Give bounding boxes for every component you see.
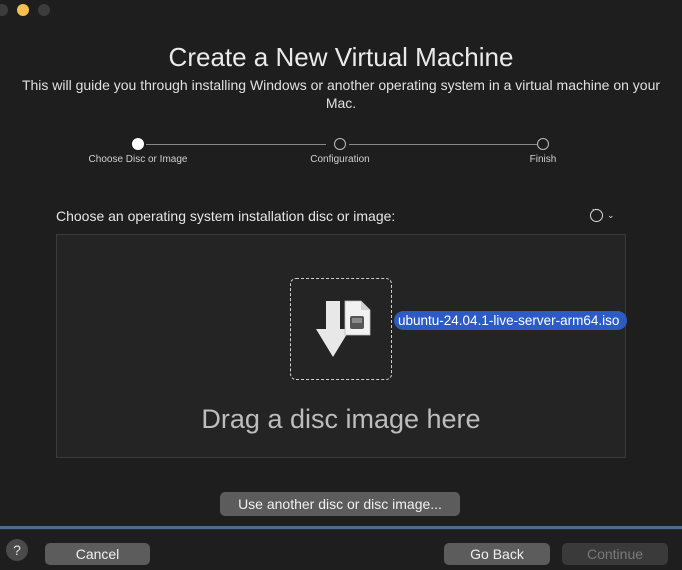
help-button[interactable]: ? <box>6 539 28 561</box>
step-dot-finish <box>537 138 549 150</box>
options-menu-button[interactable]: ⌄ <box>590 204 615 222</box>
step-indicator: Choose Disc or Image Configuration Finis… <box>0 136 682 186</box>
step-connector <box>349 144 537 145</box>
page-subtitle: This will guide you through installing W… <box>21 77 661 111</box>
page-title: Create a New Virtual Machine <box>168 42 514 72</box>
ellipsis-circle-icon <box>590 204 603 222</box>
chevron-down-icon: ⌄ <box>607 210 615 220</box>
step-connector <box>146 144 326 145</box>
window-controls <box>0 4 50 16</box>
zoom-window-button[interactable] <box>38 4 50 16</box>
step-dot-choose-disc <box>132 138 144 150</box>
continue-button[interactable]: Continue <box>562 543 668 565</box>
step-dot-configuration <box>334 138 346 150</box>
drag-hint-text: Drag a disc image here <box>201 404 481 434</box>
cancel-button[interactable]: Cancel <box>45 543 150 565</box>
step-label-finish: Finish <box>529 154 557 165</box>
footer-divider-shadow <box>0 529 682 530</box>
install-source-label: Choose an operating system installation … <box>56 208 396 224</box>
use-another-disc-button[interactable]: Use another disc or disc image... <box>220 492 460 516</box>
go-back-button[interactable]: Go Back <box>444 543 550 565</box>
minimize-window-button[interactable] <box>17 4 29 16</box>
step-label-choose-disc: Choose Disc or Image <box>88 154 188 165</box>
selected-file-badge[interactable]: ubuntu-24.04.1-live-server-arm64.iso <box>394 311 628 330</box>
download-arrow-disc-icon <box>316 300 371 357</box>
close-window-button[interactable] <box>0 4 8 16</box>
step-label-configuration: Configuration <box>310 154 370 165</box>
